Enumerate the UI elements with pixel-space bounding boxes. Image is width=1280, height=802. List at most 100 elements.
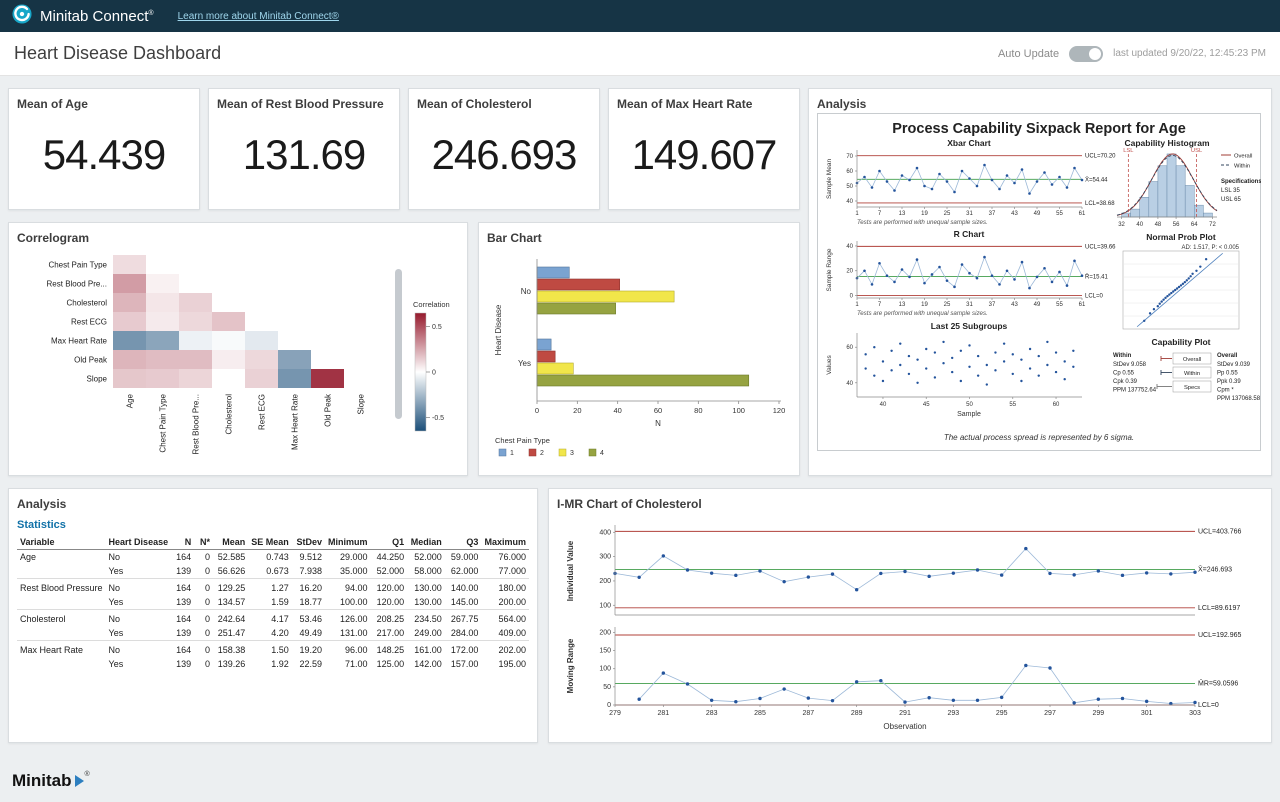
svg-text:50: 50 (846, 184, 853, 190)
svg-text:Chest Pain Type: Chest Pain Type (495, 436, 550, 445)
svg-text:20: 20 (573, 406, 581, 415)
stats-cell: 0 (194, 550, 213, 565)
stats-row: Yes139056.6260.6737.93835.00052.00058.00… (17, 564, 529, 579)
kpi-value: 54.439 (17, 131, 191, 179)
svg-text:Chest Pain Type: Chest Pain Type (159, 393, 168, 452)
svg-text:287: 287 (802, 710, 814, 717)
svg-text:70: 70 (846, 154, 853, 160)
stats-cell: No (106, 550, 172, 565)
svg-text:285: 285 (754, 710, 766, 717)
svg-text:19: 19 (921, 211, 928, 217)
svg-text:Within: Within (1113, 353, 1132, 359)
svg-text:100: 100 (599, 666, 611, 673)
stats-cell: 157.00 (445, 657, 482, 671)
correlogram-scrollbar[interactable] (395, 269, 402, 419)
stats-cell: 267.75 (445, 610, 482, 627)
stats-cell: Yes (106, 626, 172, 641)
stats-cell: 4.20 (248, 626, 292, 641)
stats-column-header: StDev (292, 535, 325, 550)
stats-cell: 139 (171, 595, 194, 610)
stats-column-header: Heart Disease (106, 535, 172, 550)
svg-text:Heart Disease: Heart Disease (494, 304, 503, 355)
svg-text:Tests are performed with unequ: Tests are performed with unequal sample … (857, 219, 988, 226)
panel-title-analysis: Analysis (817, 97, 1263, 111)
svg-text:283: 283 (706, 710, 718, 717)
svg-text:UCL=70.20: UCL=70.20 (1085, 154, 1116, 160)
svg-text:Rest ECG: Rest ECG (258, 394, 267, 430)
svg-text:Cpm *: Cpm * (1217, 388, 1234, 394)
svg-text:LCL=0: LCL=0 (1198, 702, 1219, 709)
stats-cell: 164 (171, 579, 194, 596)
stats-cell: 249.00 (407, 626, 445, 641)
stats-cell: 251.47 (213, 626, 248, 641)
svg-text:297: 297 (1044, 710, 1056, 717)
stats-cell: 164 (171, 550, 194, 565)
stats-cell: 0 (194, 595, 213, 610)
svg-text:Process Capability Sixpack Rep: Process Capability Sixpack Report for Ag… (892, 121, 1186, 137)
svg-text:Max Heart Rate: Max Heart Rate (291, 393, 300, 450)
svg-text:0.5: 0.5 (432, 324, 442, 331)
svg-text:Capability Plot: Capability Plot (1151, 337, 1210, 347)
svg-text:60: 60 (846, 169, 853, 175)
svg-text:72: 72 (1209, 222, 1216, 228)
stats-cell: Age (17, 550, 106, 565)
stats-row: Yes1390134.571.5918.77100.00120.00130.00… (17, 595, 529, 610)
stats-cell: 195.00 (481, 657, 529, 671)
stats-row: Yes1390139.261.9222.5971.00125.00142.001… (17, 657, 529, 671)
svg-text:Values: Values (826, 355, 833, 375)
statistics-table-el: VariableHeart DiseaseNN*MeanSE MeanStDev… (17, 535, 529, 671)
svg-text:295: 295 (996, 710, 1008, 717)
stats-cell: 139 (171, 657, 194, 671)
stats-cell: 142.00 (407, 657, 445, 671)
svg-text:0: 0 (607, 702, 611, 709)
svg-text:Chest Pain Type: Chest Pain Type (48, 261, 107, 270)
stats-cell: 564.00 (481, 610, 529, 627)
svg-text:Slope: Slope (87, 375, 108, 384)
kpi-label: Mean of Max Heart Rate (617, 97, 791, 111)
svg-text:Last 25 Subgroups: Last 25 Subgroups (931, 321, 1008, 331)
panel-title-imr: I-MR Chart of Cholesterol (557, 497, 1263, 511)
stats-column-header: Median (407, 535, 445, 550)
stats-cell: 202.00 (481, 641, 529, 658)
stats-column-header: Variable (17, 535, 106, 550)
svg-text:StDev 9.039: StDev 9.039 (1217, 362, 1251, 368)
heart-disease-bar-chart: NoYes020406080100120NHeart DiseaseChest … (487, 247, 789, 467)
svg-text:Observation: Observation (883, 722, 926, 731)
svg-text:Sample Mean: Sample Mean (826, 159, 833, 199)
stats-cell: No (106, 610, 172, 627)
panel-title-bar-chart: Bar Chart (487, 231, 791, 245)
svg-text:M̄R=59.0596: M̄R=59.0596 (1198, 680, 1238, 688)
stats-column-header: N (171, 535, 194, 550)
svg-text:45: 45 (923, 402, 930, 408)
stats-cell: 125.00 (370, 657, 407, 671)
last-updated-text: last updated 9/20/22, 12:45:23 PM (1113, 48, 1266, 59)
stats-cell: 1.50 (248, 641, 292, 658)
stats-cell: Yes (106, 657, 172, 671)
svg-text:Old Peak: Old Peak (324, 393, 333, 427)
auto-update-toggle[interactable] (1069, 46, 1103, 62)
learn-more-link[interactable]: Learn more about Minitab Connect® (178, 11, 339, 22)
svg-text:Rest Blood Pre...: Rest Blood Pre... (47, 280, 107, 289)
svg-text:0: 0 (432, 370, 436, 377)
svg-text:N: N (655, 419, 661, 428)
svg-text:56: 56 (1173, 222, 1180, 228)
stats-cell: 139.26 (213, 657, 248, 671)
page-header-controls: Auto Update last updated 9/20/22, 12:45:… (998, 46, 1266, 62)
svg-text:R Chart: R Chart (954, 229, 985, 239)
minitab-connect-logo-icon (12, 4, 32, 29)
svg-text:25: 25 (944, 302, 951, 308)
svg-text:0: 0 (535, 406, 539, 415)
svg-text:X̄=246.693: X̄=246.693 (1198, 566, 1232, 574)
stats-column-header: SE Mean (248, 535, 292, 550)
stats-cell (17, 595, 106, 610)
svg-text:R̄=15.41: R̄=15.41 (1085, 274, 1109, 281)
svg-text:USL: USL (1191, 148, 1203, 154)
stats-cell: 62.000 (445, 564, 482, 579)
svg-text:Old Peak: Old Peak (74, 356, 108, 365)
stats-cell: 71.00 (325, 657, 371, 671)
svg-text:Age: Age (126, 393, 135, 408)
stats-cell: 22.59 (292, 657, 325, 671)
page-header: Heart Disease Dashboard Auto Update last… (0, 32, 1280, 76)
stats-row: Max Heart RateNo1640158.381.5019.2096.00… (17, 641, 529, 658)
stats-cell: 139 (171, 564, 194, 579)
